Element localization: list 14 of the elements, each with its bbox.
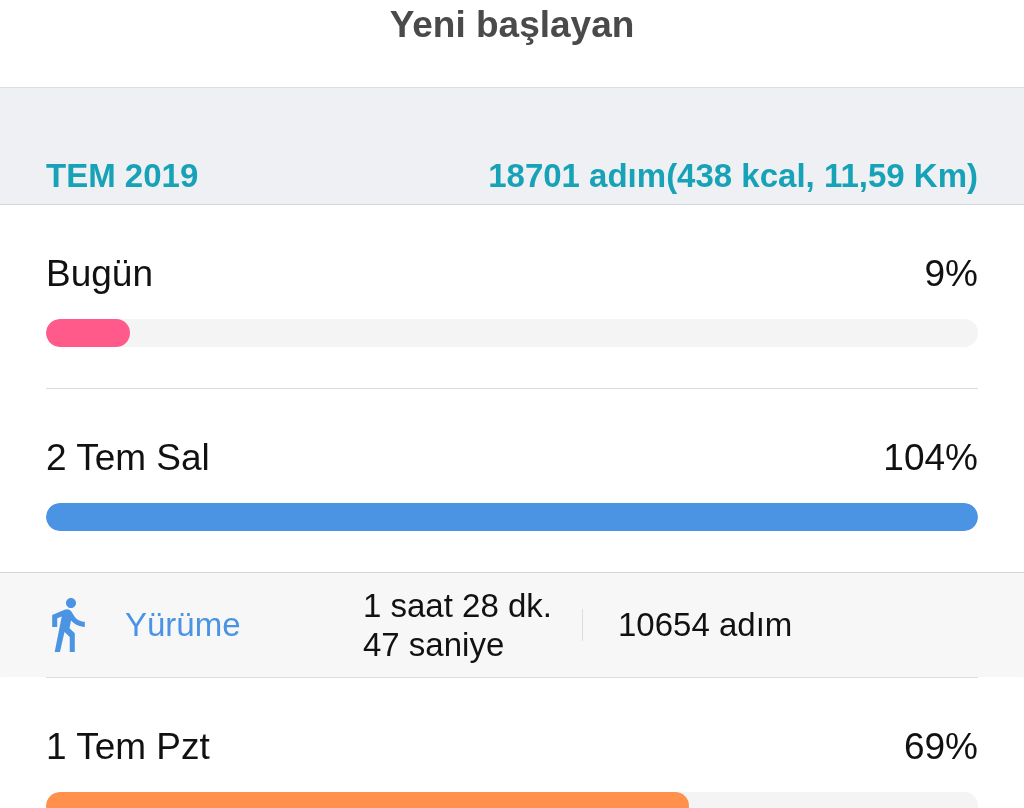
day-percent: 9% [924, 253, 978, 295]
month-totals: 18701 adım(438 kcal, 11,59 Km) [488, 156, 978, 196]
day-percent: 69% [903, 726, 978, 768]
walking-person-icon [52, 598, 85, 652]
activity-row[interactable]: Yürüme 1 saat 28 dk. 47 saniye 10654 adım [0, 573, 1024, 677]
month-label: TEM 2019 [46, 156, 199, 196]
page-title: Yeni başlayan [389, 3, 635, 47]
day-label: Bugün [46, 253, 153, 295]
day-percent: 104% [883, 437, 978, 479]
activity-name: Yürüme [125, 605, 242, 645]
day-label: 2 Tem Sal [46, 437, 210, 479]
day-label: 1 Tem Pzt [46, 726, 210, 768]
activity-steps: 10654 adım [618, 605, 793, 645]
activity-duration: 1 saat 28 dk. 47 saniye [363, 586, 553, 664]
